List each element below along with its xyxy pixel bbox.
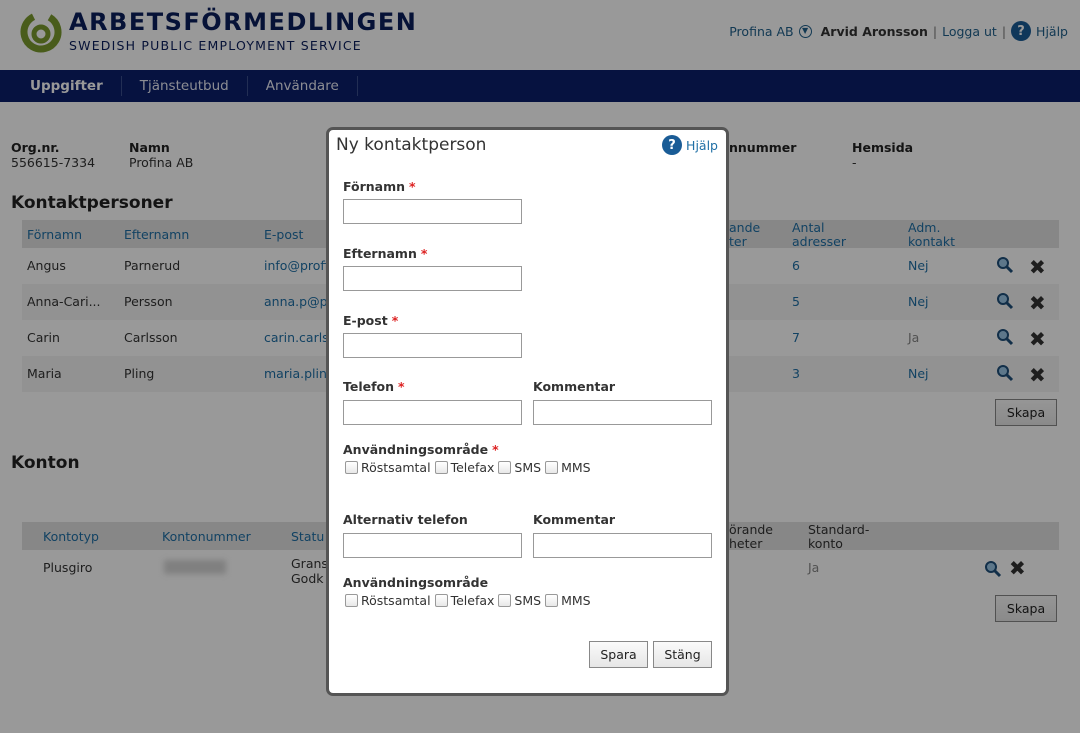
required-mark: *	[492, 442, 499, 457]
usage2-label: Användningsområde	[343, 575, 489, 590]
email-label: E-post *	[343, 313, 398, 328]
comment2-input[interactable]	[533, 533, 712, 558]
checkbox[interactable]	[345, 594, 358, 607]
checkbox-label: MMS	[561, 593, 591, 608]
usage1-checkbox-group: Röstsamtal Telefax SMS MMS	[345, 460, 595, 475]
alt-phone-label: Alternativ telefon	[343, 512, 468, 527]
close-button[interactable]: Stäng	[653, 641, 712, 668]
dialog-title: Ny kontaktperson	[336, 135, 487, 155]
first-name-input[interactable]	[343, 199, 522, 224]
checkbox[interactable]	[345, 461, 358, 474]
last-name-input[interactable]	[343, 266, 522, 291]
checkbox-label: SMS	[514, 593, 542, 608]
checkbox-label: SMS	[514, 460, 542, 475]
help-icon[interactable]: ?	[662, 135, 683, 155]
save-button[interactable]: Spara	[589, 641, 648, 668]
checkbox-label: Telefax	[450, 593, 495, 608]
usage2-option-mms[interactable]: MMS	[545, 593, 591, 608]
phone-label-text: Telefon	[343, 379, 395, 394]
checkbox[interactable]	[545, 461, 559, 474]
checkbox-label: Röstsamtal	[361, 460, 431, 475]
comment2-label: Kommentar	[533, 512, 616, 527]
checkbox-label: Röstsamtal	[361, 593, 431, 608]
usage1-option-fax[interactable]: Telefax	[434, 460, 495, 475]
usage2-option-sms[interactable]: SMS	[498, 593, 541, 608]
last-name-label: Efternamn *	[343, 246, 427, 261]
checkbox-label: Telefax	[450, 460, 495, 475]
checkbox[interactable]	[434, 594, 448, 607]
required-mark: *	[398, 379, 405, 394]
checkbox[interactable]	[498, 461, 512, 474]
dialog-help-link[interactable]: Hjälp	[686, 138, 718, 153]
checkbox[interactable]	[434, 461, 448, 474]
first-name-label: Förnamn *	[343, 179, 416, 194]
usage1-label: Användningsområde *	[343, 442, 499, 457]
new-contact-dialog: Ny kontaktperson ? Hjälp Förnamn * Eftern…	[326, 127, 729, 696]
usage2-option-fax[interactable]: Telefax	[434, 593, 495, 608]
comment1-label: Kommentar	[533, 379, 616, 394]
checkbox[interactable]	[498, 594, 512, 607]
required-mark: *	[409, 179, 416, 194]
usage1-option-mms[interactable]: MMS	[545, 460, 591, 475]
required-mark: *	[391, 313, 399, 328]
last-name-label-text: Efternamn	[343, 246, 417, 261]
phone-input[interactable]	[343, 400, 522, 425]
usage2-checkbox-group: Röstsamtal Telefax SMS MMS	[345, 593, 595, 608]
required-mark: *	[420, 246, 428, 261]
usage1-option-sms[interactable]: SMS	[498, 460, 541, 475]
checkbox-label: MMS	[561, 460, 591, 475]
dialog-help[interactable]: ? Hjälp	[662, 135, 718, 155]
phone-label: Telefon *	[343, 379, 405, 394]
usage1-option-voice[interactable]: Röstsamtal	[345, 460, 431, 475]
usage1-label-text: Användningsområde	[343, 442, 489, 457]
first-name-label-text: Förnamn	[343, 179, 406, 194]
usage2-option-voice[interactable]: Röstsamtal	[345, 593, 431, 608]
alt-phone-input[interactable]	[343, 533, 522, 558]
email-label-text: E-post	[343, 313, 388, 328]
checkbox[interactable]	[545, 594, 559, 607]
comment1-input[interactable]	[533, 400, 712, 425]
email-input[interactable]	[343, 333, 522, 358]
